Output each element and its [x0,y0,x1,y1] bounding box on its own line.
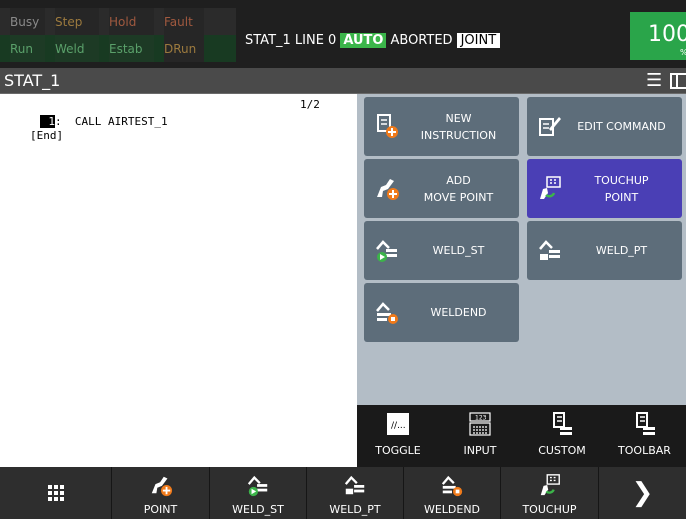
chevron-right-icon: ❯ [631,478,654,508]
input-label: INPUT [463,444,497,457]
input-button[interactable]: 123 INPUT [439,405,521,467]
toggle-button[interactable]: //... TOGGLE [357,405,439,467]
speed-value: 100 [648,22,686,47]
weld-st-label: WELD_ST [432,244,485,257]
weld-pt-button[interactable]: WELD_PT [527,221,682,280]
edit-command-button[interactable]: EDIT COMMAND [527,97,682,156]
lamp-run: Run [10,35,45,62]
add-move-point-label: ADD MOVE POINT [423,173,494,204]
new-instruction-button[interactable]: NEW INSTRUCTION [364,97,519,156]
lamp-weld: Weld [55,35,99,62]
status-lamps: Busy Step Hold Fault Run Weld Estab DRun [0,8,236,62]
lamp-estab: Estab [109,35,154,62]
weld-start-icon [247,475,268,497]
line-text: : CALL AIRTEST_1 [55,115,168,128]
grid-menu-icon [47,485,64,501]
touchup-point-button[interactable]: TOUCHUP POINT [527,159,682,218]
coord-badge: JOINT [456,32,501,48]
custom-icon [553,412,572,435]
status-bar: Busy Step Hold Fault Run Weld Estab DRun… [0,0,686,68]
toolbar-button[interactable]: TOOLBAR [603,405,686,467]
toggle-label: TOGGLE [375,444,421,457]
point-key[interactable]: POINT [112,467,210,519]
weldend-label: WELDEND [430,306,487,319]
lamp-drun: DRun [164,35,204,62]
line-number-cursor: 1 [40,115,55,128]
speed-override[interactable]: 100 % [630,12,686,60]
custom-button[interactable]: CUSTOM [521,405,603,467]
weldend-key-label: WELDEND [423,503,481,516]
lamp-fault: Fault [164,8,204,35]
program-editor[interactable]: 1/2 1: CALL AIRTEST_1 [End] [0,94,357,467]
new-instruction-label: NEW INSTRUCTION [420,111,497,142]
weld-pt-key-label: WELD_PT [329,503,381,516]
lamp-busy: Busy [10,8,45,35]
mode-badge: AUTO [340,32,387,48]
lamp-hold: Hold [109,8,154,35]
edit-command-label: EDIT COMMAND [577,120,666,133]
point-icon [151,476,172,497]
svg-text://...: //... [391,421,406,431]
line-position: 1/2 [300,98,320,111]
program-line-end[interactable]: [End] [30,129,63,142]
toolbar-label: TOOLBAR [618,444,671,457]
status-line: STAT_1 LINE 0 AUTO ABORTED JOINT [245,30,504,50]
main-menu-key[interactable] [0,467,112,519]
weldend-button[interactable]: WELDEND [364,283,519,342]
add-move-point-button[interactable]: ADD MOVE POINT [364,159,519,218]
weld-point-icon [344,475,365,495]
weld-st-key-label: WELD_ST [232,503,284,516]
point-label: POINT [143,503,178,516]
hamburger-icon[interactable]: ☰ [646,70,662,91]
touchup-key-label: TOUCHUP [522,503,577,516]
weld-st-key[interactable]: WELD_ST [210,467,307,519]
edit-command-icon [539,117,561,136]
touchup-point-icon [540,176,561,199]
weld-end-icon [441,475,463,497]
function-bar: POINT WELD_ST WELD_PT WELDEND TOUCHUP ❯ [0,467,686,519]
keypad-icon: 123 [469,412,491,436]
speed-unit: % [680,48,686,57]
weld-pt-label: WELD_PT [595,244,648,257]
toolbar-icon [635,412,655,435]
program-line-1[interactable]: 1: CALL AIRTEST_1 [40,115,168,128]
toggle-comment-icon: //... [387,413,409,435]
weldend-key[interactable]: WELDEND [404,467,501,519]
title-bar: STAT_1 ☰ [0,68,686,94]
add-move-point-icon [377,179,399,200]
custom-label: CUSTOM [538,444,586,457]
next-page-key[interactable]: ❯ [599,467,686,519]
weld-end-icon [376,302,398,324]
program-line: STAT_1 LINE 0 [245,32,337,48]
instruction-panel: NEW INSTRUCTION EDIT COMMAND ADD MOVE PO… [357,94,686,467]
new-instruction-icon [377,114,398,138]
weld-point-icon [539,240,560,260]
svg-text:123: 123 [475,415,487,422]
touchup-point-label: TOUCHUP POINT [594,173,649,204]
weld-pt-key[interactable]: WELD_PT [307,467,404,519]
program-state: ABORTED [390,32,453,48]
touchup-icon [540,474,560,496]
split-view-icon[interactable] [670,73,686,89]
weld-start-icon [376,240,397,262]
tool-strip: //... TOGGLE 123 INPUT CUSTOM TOOLBAR [357,405,686,467]
lamp-step: Step [55,8,99,35]
page-title: STAT_1 [4,71,61,90]
weld-st-button[interactable]: WELD_ST [364,221,519,280]
touchup-key[interactable]: TOUCHUP [501,467,599,519]
